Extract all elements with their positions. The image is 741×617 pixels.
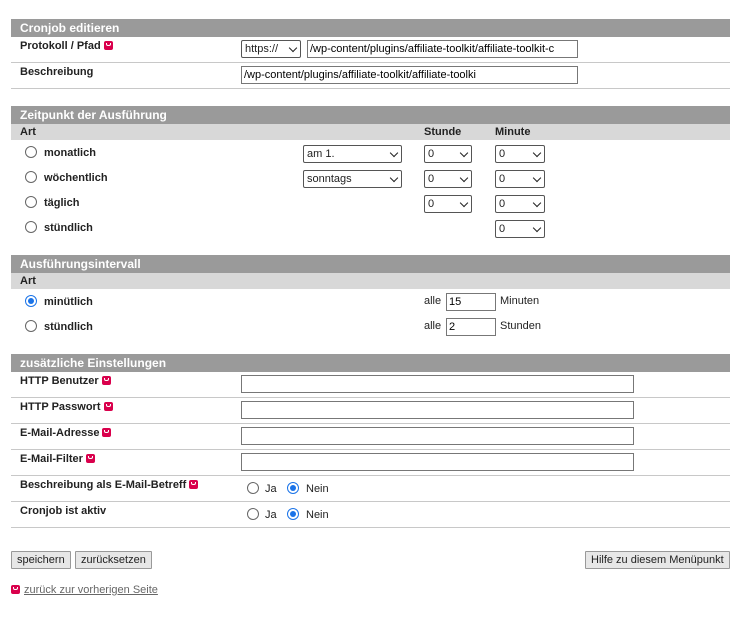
back-link[interactable]: zurück zur vorherigen Seite xyxy=(11,584,158,596)
email-filter-input[interactable] xyxy=(241,453,634,471)
cronjob-form: Cronjob editieren Protokoll / Pfad https… xyxy=(11,19,730,528)
hours-input[interactable] xyxy=(446,318,496,336)
schedule-label-monthly: monatlich xyxy=(44,147,96,159)
http-pass-row: HTTP Passwort xyxy=(11,398,730,424)
schedule-row-monthly: monatlich am 1. 0 0 xyxy=(11,140,730,165)
description-label: Beschreibung xyxy=(20,66,94,78)
email-filter-row: E-Mail-Filter xyxy=(11,450,730,476)
schedule-subheader: Art Stunde Minute xyxy=(11,124,730,140)
radio-weekly[interactable] xyxy=(25,171,37,183)
radio-hourly[interactable] xyxy=(25,221,37,233)
save-button[interactable]: speichern xyxy=(11,551,71,569)
chevron-down-icon xyxy=(389,173,399,183)
email-input[interactable] xyxy=(241,427,634,445)
schedule-label-weekly: wöchentlich xyxy=(44,172,108,184)
no-label: Nein xyxy=(306,509,329,521)
reset-button[interactable]: zurücksetzen xyxy=(75,551,152,569)
schedule-row-weekly: wöchentlich sonntags 0 0 xyxy=(11,165,730,190)
minutes-input[interactable] xyxy=(446,293,496,311)
minute-select-hourly[interactable]: 0 xyxy=(495,220,545,238)
desc-subject-row: Beschreibung als E-Mail-Betreff Ja Nein xyxy=(11,476,730,502)
minute-select-weekly[interactable]: 0 xyxy=(495,170,545,188)
back-icon xyxy=(11,585,20,594)
day-select-weekly[interactable]: sonntags xyxy=(303,170,402,188)
protocol-select[interactable]: https:// xyxy=(241,40,301,58)
radio-subject-no[interactable] xyxy=(287,482,299,494)
interval-prefix: alle xyxy=(424,295,442,307)
protocol-label: Protokoll / Pfad xyxy=(20,40,113,52)
desc-subject-label: Beschreibung als E-Mail-Betreff xyxy=(20,479,199,491)
description-row: Beschreibung xyxy=(11,63,730,89)
active-label: Cronjob ist aktiv xyxy=(20,505,107,517)
help-icon[interactable] xyxy=(85,454,95,463)
http-user-label: HTTP Benutzer xyxy=(20,375,111,387)
interval-label-minutely: minütlich xyxy=(44,296,93,308)
chevron-down-icon xyxy=(459,198,469,208)
radio-active-yes[interactable] xyxy=(247,508,259,520)
interval-unit-minutes: Minuten xyxy=(500,295,540,307)
chevron-down-icon xyxy=(532,198,542,208)
description-input[interactable] xyxy=(241,66,578,84)
section-title-edit: Cronjob editieren xyxy=(11,19,730,37)
email-filter-label: E-Mail-Filter xyxy=(20,453,95,465)
schedule-label-hourly: stündlich xyxy=(44,222,93,234)
email-row: E-Mail-Adresse xyxy=(11,424,730,450)
chevron-down-icon xyxy=(389,148,399,158)
chevron-down-icon xyxy=(532,223,542,233)
http-user-input[interactable] xyxy=(241,375,634,393)
http-user-row: HTTP Benutzer xyxy=(11,372,730,398)
interval-row-hourly: stündlich alle Stunden xyxy=(11,314,730,339)
minute-select-monthly[interactable]: 0 xyxy=(495,145,545,163)
col-hour: Stunde xyxy=(424,126,462,138)
path-input[interactable] xyxy=(307,40,578,58)
radio-active-no[interactable] xyxy=(287,508,299,520)
interval-subheader: Art xyxy=(11,273,730,289)
help-icon[interactable] xyxy=(102,428,112,437)
help-icon[interactable] xyxy=(101,376,111,385)
schedule-label-daily: täglich xyxy=(44,197,80,209)
col-minute: Minute xyxy=(495,126,531,138)
hour-select-monthly[interactable]: 0 xyxy=(424,145,472,163)
chevron-down-icon xyxy=(288,43,298,53)
protocol-row: Protokoll / Pfad https:// xyxy=(11,37,730,63)
radio-interval-hourly[interactable] xyxy=(25,320,37,332)
chevron-down-icon xyxy=(532,148,542,158)
help-icon[interactable] xyxy=(189,480,199,489)
interval-col-type: Art xyxy=(20,275,36,287)
section-title-interval: Ausführungsintervall xyxy=(11,255,730,273)
hour-select-daily[interactable]: 0 xyxy=(424,195,472,213)
email-label: E-Mail-Adresse xyxy=(20,427,112,439)
hour-select-weekly[interactable]: 0 xyxy=(424,170,472,188)
radio-subject-yes[interactable] xyxy=(247,482,259,494)
col-type: Art xyxy=(20,126,36,138)
interval-prefix: alle xyxy=(424,320,442,332)
yes-label: Ja xyxy=(265,483,277,495)
chevron-down-icon xyxy=(532,173,542,183)
schedule-row-hourly: stündlich 0 xyxy=(11,215,730,240)
interval-row-minutely: minütlich alle Minuten xyxy=(11,289,730,314)
http-pass-label: HTTP Passwort xyxy=(20,401,113,413)
schedule-row-daily: täglich 0 0 xyxy=(11,190,730,215)
section-title-extra: zusätzliche Einstellungen xyxy=(11,354,730,372)
minute-select-daily[interactable]: 0 xyxy=(495,195,545,213)
radio-daily[interactable] xyxy=(25,196,37,208)
help-icon[interactable] xyxy=(103,402,113,411)
interval-label-hourly: stündlich xyxy=(44,321,93,333)
day-select-monthly[interactable]: am 1. xyxy=(303,145,402,163)
yes-label: Ja xyxy=(265,509,277,521)
http-pass-input[interactable] xyxy=(241,401,634,419)
help-icon[interactable] xyxy=(103,41,113,50)
active-row: Cronjob ist aktiv Ja Nein xyxy=(11,502,730,528)
help-button[interactable]: Hilfe zu diesem Menüpunkt xyxy=(585,551,730,569)
chevron-down-icon xyxy=(459,173,469,183)
chevron-down-icon xyxy=(459,148,469,158)
interval-unit-hours: Stunden xyxy=(500,320,541,332)
section-title-schedule: Zeitpunkt der Ausführung xyxy=(11,106,730,124)
radio-monthly[interactable] xyxy=(25,146,37,158)
no-label: Nein xyxy=(306,483,329,495)
radio-minutely[interactable] xyxy=(25,295,37,307)
